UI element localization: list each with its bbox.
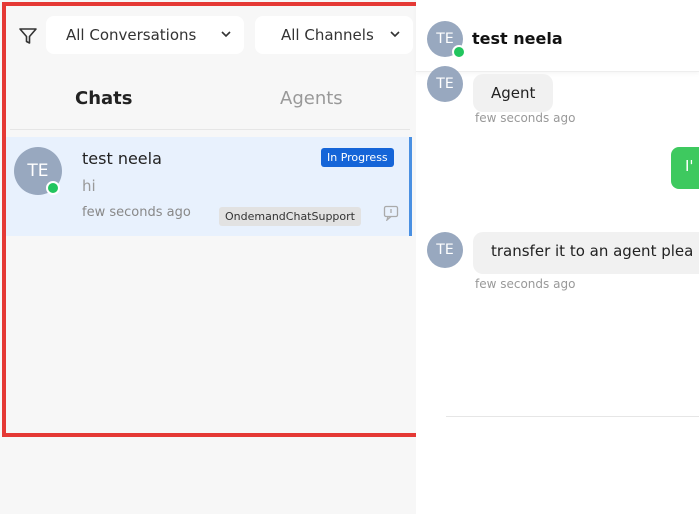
filter-bar: All Conversations All Channels: [10, 16, 416, 56]
channel-filter-dropdown[interactable]: All Channels: [255, 16, 413, 54]
channel-filter-label: All Channels: [281, 26, 374, 44]
conversation-filter-dropdown[interactable]: All Conversations: [46, 16, 244, 54]
conversation-panel: TE test neela TE Agent few seconds ago I…: [416, 0, 699, 514]
message-timestamp: few seconds ago: [475, 277, 576, 291]
message-timestamp: few seconds ago: [475, 111, 576, 125]
chat-timestamp: few seconds ago: [82, 205, 191, 220]
filter-icon[interactable]: [18, 26, 38, 46]
divider: [446, 416, 699, 417]
chevron-down-icon: [220, 28, 232, 43]
tab-agents[interactable]: Agents: [280, 88, 343, 109]
channel-badge: OndemandChatSupport: [219, 207, 361, 226]
online-status-dot: [46, 181, 60, 195]
conversation-list-panel: All Conversations All Channels Chats Age…: [0, 0, 416, 514]
avatar: TE: [427, 232, 463, 268]
avatar: TE: [427, 66, 463, 102]
online-status-dot: [452, 45, 466, 59]
chat-preview-text: hi: [82, 177, 96, 195]
tab-chats[interactable]: Chats: [75, 88, 133, 109]
conversation-header: TE test neela: [416, 0, 699, 72]
conversation-title: test neela: [472, 29, 563, 48]
chevron-down-icon: [389, 28, 401, 43]
status-badge: In Progress: [321, 148, 394, 167]
chat-bubble-icon: [383, 205, 399, 222]
list-tabs: Chats Agents: [10, 72, 410, 130]
conversation-filter-label: All Conversations: [66, 26, 197, 44]
incoming-message: Agent: [473, 74, 554, 112]
incoming-message: transfer it to an agent plea: [473, 232, 699, 274]
outgoing-message: I': [671, 147, 699, 189]
chat-contact-name: test neela: [82, 149, 162, 168]
chat-list-item[interactable]: TE test neela In Progress hi few seconds…: [6, 137, 412, 236]
